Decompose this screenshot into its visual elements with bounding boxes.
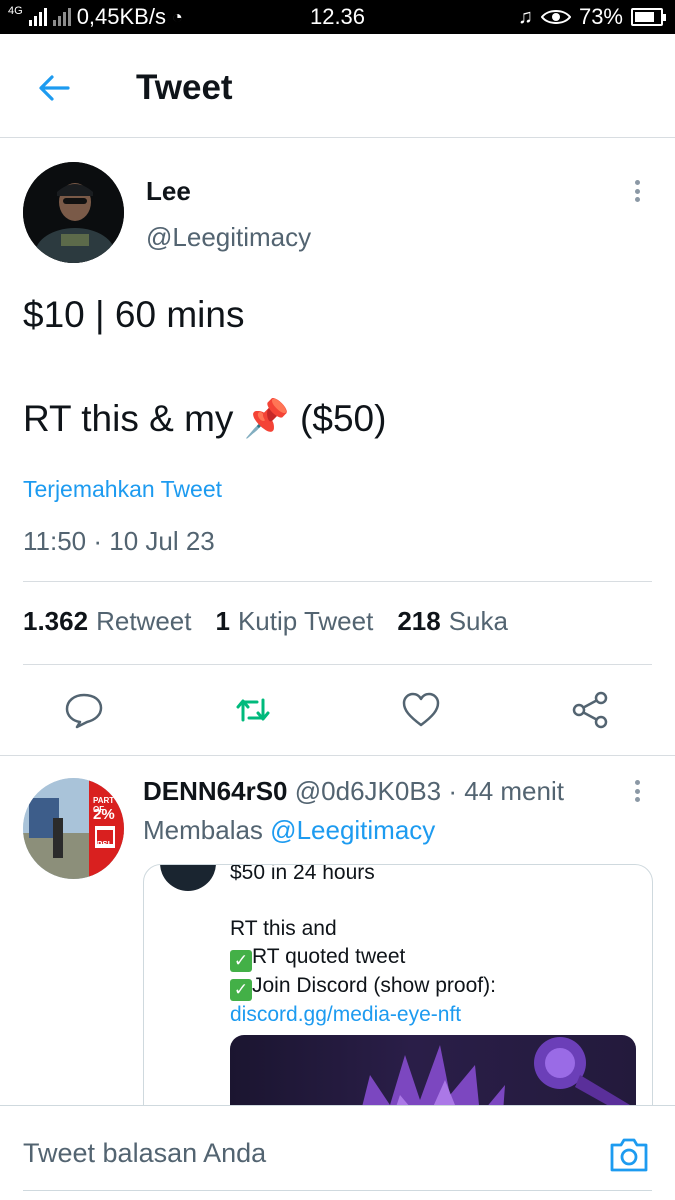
reply-time: · 44 menit: [448, 776, 564, 806]
mute-bell-icon: ♫: [517, 5, 533, 28]
author-name[interactable]: Lee: [146, 176, 191, 207]
share-icon[interactable]: [570, 690, 610, 730]
checkmark-icon: ✓: [230, 979, 252, 1001]
divider: [0, 755, 675, 756]
translate-tweet-link[interactable]: Terjemahkan Tweet: [23, 476, 222, 503]
discord-link[interactable]: discord.gg/media-eye-nft: [230, 1003, 461, 1026]
like-icon[interactable]: [401, 690, 441, 730]
replying-to: Membalas @Leegitimacy: [143, 815, 435, 846]
replying-handle-link[interactable]: @Leegitimacy: [270, 815, 435, 845]
quotes-stat[interactable]: 1 Kutip Tweet: [215, 606, 373, 637]
reply-author-name[interactable]: DENN64rS0: [143, 776, 288, 806]
status-right: ♫ 73%: [517, 4, 666, 30]
divider: [23, 581, 652, 582]
checkmark-icon: ✓: [230, 950, 252, 972]
top-bar: Tweet: [0, 34, 675, 138]
reply-author-avatar[interactable]: PART OF 2% PSI: [23, 778, 124, 879]
tweet-timestamp: 11:50 · 10 Jul 23: [23, 526, 215, 556]
tweet-text-line-1: $10 | 60 mins: [23, 294, 245, 335]
reply-compose-bar: Tweet balasan Anda: [0, 1105, 675, 1200]
avatar-badge-text-3: PSI: [97, 840, 110, 849]
battery-percent: 73%: [578, 4, 623, 29]
page-title: Tweet: [136, 68, 233, 107]
camera-icon[interactable]: [608, 1136, 650, 1174]
more-options-icon[interactable]: [627, 176, 647, 206]
retweet-icon[interactable]: [233, 690, 273, 730]
avatar-badge-text-2: 2%: [93, 806, 115, 823]
tweet-stats: 1.362 Retweet 1 Kutip Tweet 218 Suka: [23, 606, 508, 637]
pushpin-emoji: 📌: [243, 398, 290, 439]
status-bar: 4G 0,45KB/s ◔ 12.36 ♫ 73%: [0, 0, 675, 34]
quoted-top-line: $50 in 24 hours: [230, 864, 375, 884]
quoted-avatar: [160, 865, 216, 891]
reply-header: DENN64rS0 @0d6JK0B3 · 44 menit: [143, 776, 564, 807]
quoted-check-2: ✓ Join Discord (show proof): discord.gg/m…: [230, 974, 496, 1026]
tweet-text-prefix: RT this & my: [23, 398, 234, 439]
retweets-stat[interactable]: 1.362 Retweet: [23, 606, 191, 637]
eye-icon: [540, 10, 571, 24]
tweet-text-line-2: RT this & my 📌 ($50): [23, 398, 386, 441]
reply-icon[interactable]: [64, 690, 104, 730]
quoted-line-1: RT this and: [230, 917, 337, 940]
reply-more-options-icon[interactable]: [627, 776, 647, 806]
quoted-text: RT this and ✓ RT quoted tweet ✓ Join Disco…: [230, 915, 640, 1029]
replying-prefix: Membalas: [143, 815, 263, 845]
author-avatar[interactable]: [23, 162, 124, 263]
author-handle[interactable]: @Leegitimacy: [146, 222, 311, 253]
quoted-check-1: ✓ RT quoted tweet: [230, 943, 640, 972]
reply-author-handle[interactable]: @0d6JK0B3: [295, 776, 441, 806]
tweet-text-suffix: ($50): [300, 398, 387, 439]
likes-stat[interactable]: 218 Suka: [397, 606, 508, 637]
back-arrow-icon[interactable]: [34, 68, 74, 108]
compose-underline: [23, 1190, 652, 1191]
quoted-tweet-card[interactable]: $50 in 24 hours RT this and ✓ RT quoted t…: [143, 864, 653, 1124]
battery-icon: [631, 8, 666, 26]
divider: [23, 664, 652, 665]
reply-input[interactable]: Tweet balasan Anda: [23, 1138, 266, 1169]
